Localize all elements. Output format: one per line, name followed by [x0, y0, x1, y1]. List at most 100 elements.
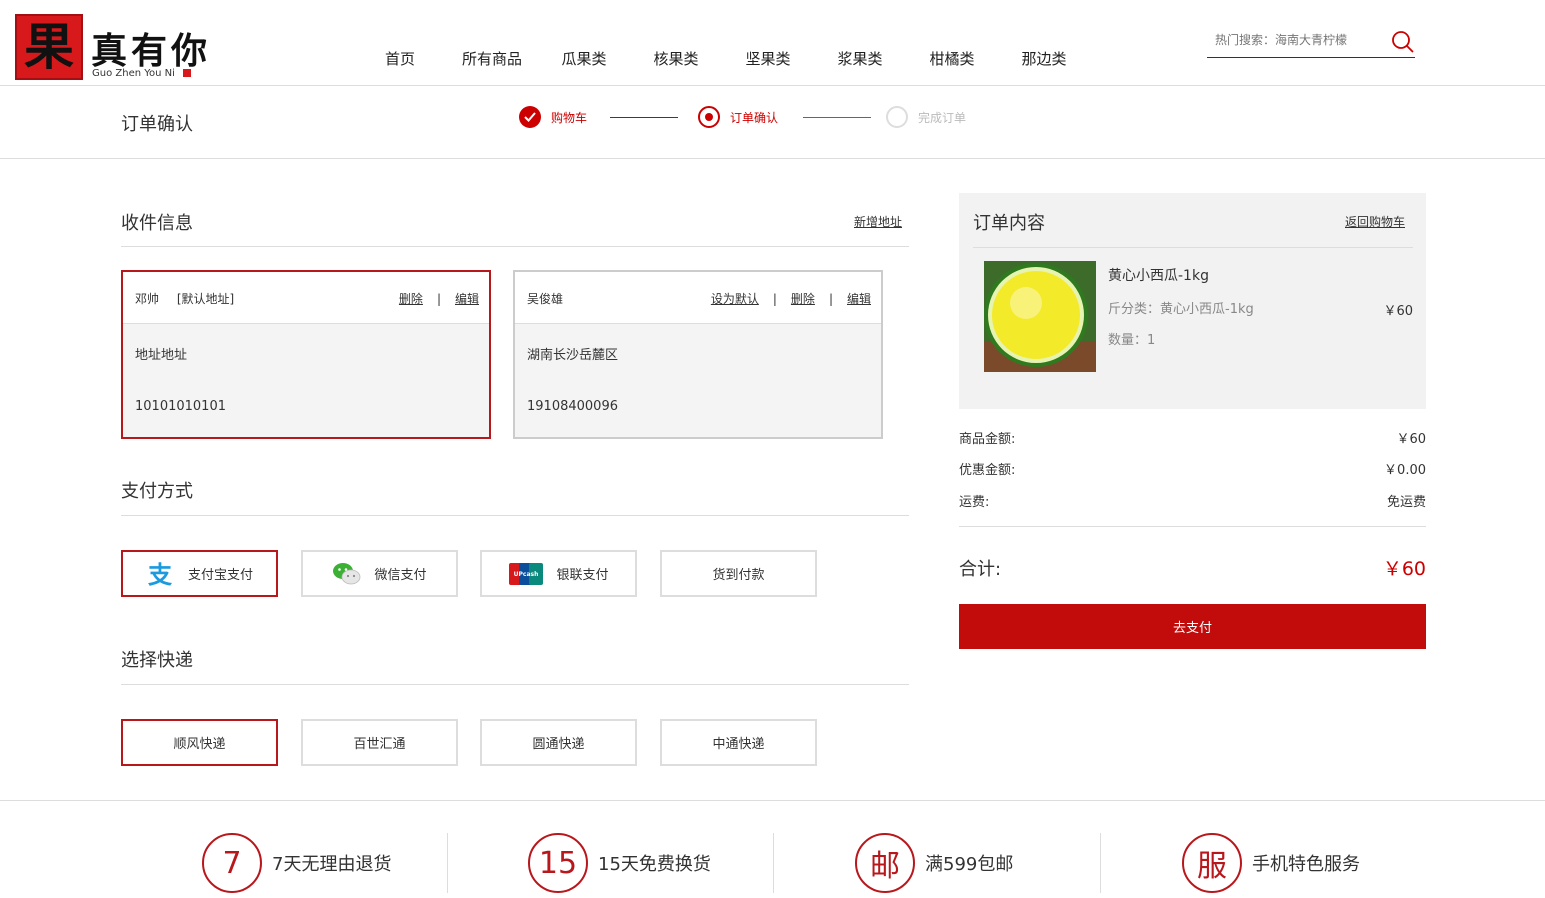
svg-text:支: 支 [148, 561, 173, 587]
express-option-best[interactable]: 百世汇通 [301, 719, 458, 766]
summary-value: 免运费 [1386, 495, 1426, 510]
search-bar [1207, 28, 1415, 58]
panel-divider [973, 247, 1413, 248]
service-text: 手机特色服务 [1252, 854, 1360, 875]
header-divider [0, 85, 1545, 86]
service-divider [773, 833, 774, 893]
service-text: 15天免费换货 [598, 854, 711, 875]
summary-value: ￥60 [1396, 432, 1426, 447]
search-input[interactable] [1215, 30, 1365, 50]
step-complete: 完成订单 [886, 106, 966, 128]
option-label: 银联支付 [556, 568, 609, 583]
nav-item-home[interactable]: 首页 [354, 48, 446, 69]
shipping-row: 运费: 免运费 [959, 491, 1426, 510]
steps-divider [0, 158, 1545, 159]
spec-label: 斤分类： [1108, 302, 1161, 317]
nav-item-stone-fruits[interactable]: 核果类 [630, 48, 722, 69]
discount-row: 优惠金额: ￥0.00 [959, 459, 1426, 478]
service-text: 7天无理由退货 [272, 854, 392, 875]
order-content-panel: 订单内容 返回购物车 黄心小西瓜-1kg 斤分类：黄心小西瓜-1kg 数量：1 … [959, 193, 1426, 409]
logo-subtitle: Guo Zhen You Ni [92, 68, 175, 79]
summary-divider [959, 526, 1426, 527]
product-name: 黄心小西瓜-1kg [1108, 268, 1209, 284]
address-actions: 删除 | 编辑 [399, 290, 479, 307]
alipay-icon: 支 [148, 561, 173, 587]
step-confirm: 订单确认 [698, 106, 778, 128]
step-label: 订单确认 [730, 110, 779, 125]
service-return: 7 7天无理由退货 [202, 833, 391, 893]
qty-value: 1 [1147, 333, 1156, 348]
address-card[interactable]: 吴俊雄 设为默认 | 删除 | 编辑 湖南长沙岳麓区 19108400096 [513, 270, 883, 439]
address-phone: 10101010101 [135, 399, 226, 414]
total-row: 合计: ￥60 [959, 554, 1426, 581]
wechat-pay-option[interactable]: 微信支付 [301, 550, 458, 597]
cash-on-delivery-option[interactable]: 货到付款 [660, 550, 817, 597]
delete-address-link[interactable]: 删除 [399, 290, 423, 307]
logo-mark[interactable]: 果 [15, 14, 83, 80]
search-icon[interactable] [1391, 30, 1415, 54]
section-divider [121, 684, 909, 685]
option-label: 顺风快递 [173, 737, 226, 752]
address-card[interactable]: 邓帅 [默认地址] 删除 | 编辑 地址地址 10101010101 [121, 270, 491, 439]
nav-item-all-products[interactable]: 所有商品 [446, 48, 538, 69]
product-image[interactable] [984, 261, 1096, 372]
service-text: 满599包邮 [925, 854, 1014, 875]
option-label: 支付宝支付 [187, 568, 253, 583]
logo-dot [183, 69, 191, 77]
delete-address-link[interactable]: 删除 [791, 290, 815, 307]
product-qty-row: 数量：1 [1108, 329, 1155, 348]
logo-text: 真有你 [91, 30, 212, 72]
footer-divider [0, 800, 1545, 801]
nav-item-melons[interactable]: 瓜果类 [538, 48, 630, 69]
empty-circle-icon [886, 106, 908, 128]
pay-button[interactable]: 去支付 [959, 604, 1426, 649]
set-default-link[interactable]: 设为默认 [711, 290, 759, 307]
separator: | [772, 291, 777, 306]
address-name-row: 吴俊雄 [527, 290, 563, 307]
total-value: ￥60 [1382, 558, 1426, 580]
recipient-name: 邓帅 [135, 292, 160, 306]
address-section-title: 收件信息 [121, 213, 193, 234]
nav-item-nuts[interactable]: 坚果类 [722, 48, 814, 69]
order-section-title: 订单内容 [973, 213, 1045, 234]
service-exchange: 15 15天免费换货 [528, 833, 711, 893]
nav-item-berries[interactable]: 浆果类 [814, 48, 906, 69]
option-label: 圆通快递 [532, 737, 585, 752]
product-spec-row: 斤分类：黄心小西瓜-1kg [1108, 298, 1254, 317]
service-divider [447, 833, 448, 893]
unionpay-option[interactable]: UPcash 银联支付 [480, 550, 637, 597]
product-price: ￥60 [1383, 304, 1413, 319]
address-card-header: 邓帅 [默认地址] 删除 | 编辑 [123, 272, 489, 324]
unionpay-logo-text: UPcash [514, 571, 539, 578]
nav-item-citrus[interactable]: 柑橘类 [906, 48, 998, 69]
express-option-yto[interactable]: 圆通快递 [480, 719, 637, 766]
option-label: 中通快递 [712, 737, 765, 752]
address-text: 地址地址 [135, 348, 188, 363]
option-label: 百世汇通 [353, 737, 406, 752]
express-section-title: 选择快递 [121, 650, 193, 671]
step-label: 购物车 [551, 110, 588, 125]
unionpay-icon: UPcash [509, 562, 544, 585]
service-free-shipping: 邮 满599包邮 [855, 833, 1013, 893]
express-option-zto[interactable]: 中通快递 [660, 719, 817, 766]
express-option-sf[interactable]: 顺风快递 [121, 719, 278, 766]
total-label: 合计: [959, 558, 1002, 580]
edit-address-link[interactable]: 编辑 [847, 290, 871, 307]
edit-address-link[interactable]: 编辑 [455, 290, 479, 307]
nav-item-other[interactable]: 那边类 [998, 48, 1090, 69]
qty-label: 数量： [1108, 333, 1148, 348]
back-to-cart-link[interactable]: 返回购物车 [1345, 213, 1405, 230]
summary-label: 运费: [959, 495, 990, 510]
service-mobile: 服 手机特色服务 [1182, 833, 1360, 893]
separator: | [828, 291, 833, 306]
alipay-option[interactable]: 支 支付宝支付 [121, 550, 278, 597]
add-address-link[interactable]: 新增地址 [854, 213, 902, 230]
option-label: 货到付款 [712, 568, 765, 583]
section-divider [121, 246, 909, 247]
address-phone: 19108400096 [527, 399, 618, 414]
service-divider [1100, 833, 1101, 893]
address-text: 湖南长沙岳麓区 [527, 348, 619, 363]
step-connector [803, 117, 871, 118]
default-tag: [默认地址] [176, 292, 235, 306]
logo-char: 果 [24, 17, 74, 76]
